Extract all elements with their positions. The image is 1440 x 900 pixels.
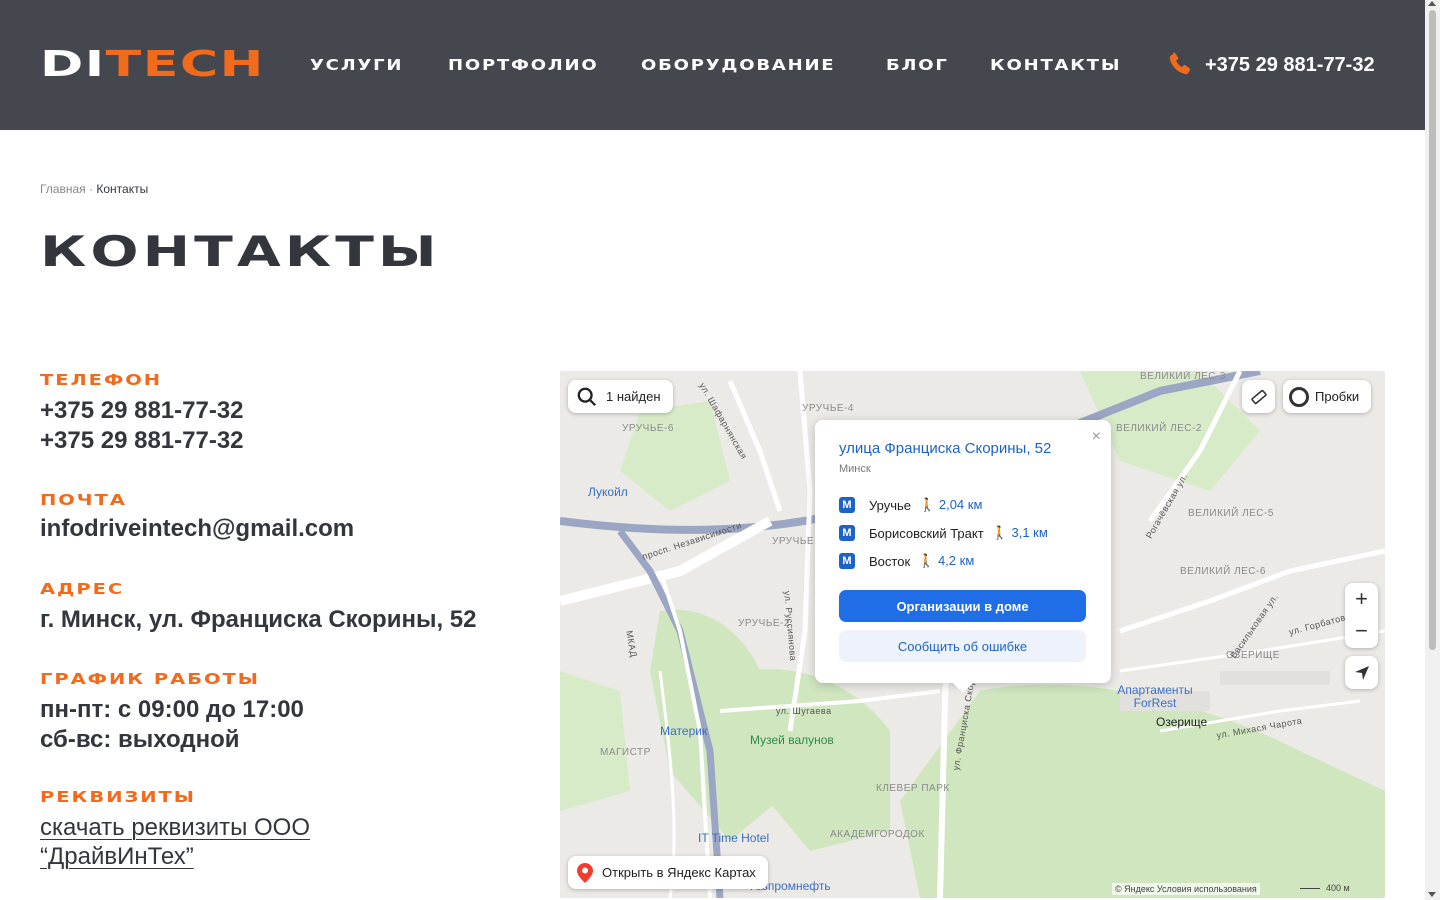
open-in-yandex-maps-button[interactable]: Открыть в Яндекс Картах xyxy=(568,856,768,889)
traffic-icon xyxy=(1289,386,1309,407)
zoom-in-button[interactable]: + xyxy=(1345,583,1378,615)
map-road-label: ул. Шугаева xyxy=(776,706,832,716)
popup-city: Минск xyxy=(839,463,871,475)
requisites-download-link[interactable]: скачать реквизиты ООО “ДрайвИнТех” xyxy=(40,813,370,871)
nav-item-equipment[interactable]: Оборудование xyxy=(641,54,835,76)
geolocation-arrow-icon xyxy=(1354,665,1369,680)
breadcrumb: Главная · Контакты xyxy=(40,182,148,196)
phone-value-1[interactable]: +375 29 881-77-32 xyxy=(40,396,244,426)
scroll-thumb[interactable] xyxy=(1429,10,1436,650)
traffic-label: Пробки xyxy=(1315,389,1360,404)
map-pin-icon xyxy=(577,862,593,883)
map-district-label: ВЕЛИКИЙ ЛЕС-3 xyxy=(1140,371,1226,382)
scale-bar xyxy=(1300,887,1320,889)
map-poi[interactable]: Музей валунов xyxy=(750,733,834,747)
metro-icon: М xyxy=(839,497,855,513)
address-label: Адрес xyxy=(40,580,125,598)
breadcrumb-separator: · xyxy=(89,182,94,196)
address-block: Адрес г. Минск, ул. Франциска Скорины, 5… xyxy=(40,579,476,635)
phone-label: Телефон xyxy=(40,371,163,389)
metro-distance-value: 2,04 км xyxy=(938,497,983,512)
metro-icon: М xyxy=(839,525,855,541)
breadcrumb-home[interactable]: Главная xyxy=(40,182,86,196)
metro-walk-distance: 🚶 4,2 км xyxy=(918,553,975,568)
map-district-label: УРУЧЬЕ-4 xyxy=(802,403,854,414)
hours-block: График работы пн-пт: с 09:00 до 17:00 сб… xyxy=(40,669,304,755)
metro-station-name: Борисовский Тракт xyxy=(869,525,984,541)
metro-row[interactable]: М Борисовский Тракт 🚶 3,1 км xyxy=(839,523,1048,543)
metro-row[interactable]: М Восток 🚶 4,2 км xyxy=(839,551,974,571)
hours-weekdays: пн-пт: с 09:00 до 17:00 xyxy=(40,696,304,723)
site-header: DITECH Услуги Портфолио Оборудование Бло… xyxy=(0,0,1425,130)
geolocation-button[interactable] xyxy=(1345,656,1378,689)
scroll-down-arrow-icon[interactable] xyxy=(1428,892,1436,897)
metro-distance-value: 4,2 км xyxy=(937,553,975,568)
map-poi[interactable]: Лукойл xyxy=(588,485,628,499)
phone-block: Телефон +375 29 881-77-32 +375 29 881-77… xyxy=(40,370,244,456)
map-district-label: ВЕЛИКИЙ ЛЕС-5 xyxy=(1188,508,1274,519)
header-phone[interactable]: +375 29 881-77-32 xyxy=(1165,50,1375,80)
zoom-out-button[interactable]: − xyxy=(1345,615,1378,647)
metro-distance-value: 3,1 км xyxy=(1011,525,1048,540)
nav-item-services[interactable]: Услуги xyxy=(310,54,403,76)
nav-item-blog[interactable]: Блог xyxy=(886,54,949,76)
logo[interactable]: DITECH xyxy=(40,47,265,83)
map-district-label: КЛЕВЕР ПАРК xyxy=(876,783,950,794)
page-title: Контакты xyxy=(40,227,441,276)
ruler-icon xyxy=(1250,389,1267,404)
metro-station-name: Уручье xyxy=(869,497,912,513)
breadcrumb-current: Контакты xyxy=(96,182,149,196)
map-search-result[interactable]: 1 найден xyxy=(568,380,673,413)
address-popup: × улица Франциска Скорины, 52 Минск М Ур… xyxy=(815,420,1111,693)
metro-walk-distance: 🚶 2,04 км xyxy=(919,497,983,512)
nav-item-portfolio[interactable]: Портфолио xyxy=(448,54,599,76)
popup-address-title[interactable]: улица Франциска Скорины, 52 xyxy=(839,440,1051,457)
phone-icon xyxy=(1169,52,1191,75)
map-district-label: УРУЧЬЕ-6 xyxy=(622,423,674,434)
map-copyright[interactable]: © Яндекс Условия использования xyxy=(1112,883,1260,895)
map-poi[interactable]: Озерище xyxy=(1156,715,1207,729)
page-scrollbar[interactable] xyxy=(1425,0,1440,900)
search-icon xyxy=(577,387,597,406)
yandex-map[interactable]: УРУЧЬЕ-6 УРУЧЬЕ-4 УРУЧЬЕ УРУЧЬЕ-2 ВЕЛИКИ… xyxy=(560,371,1385,898)
map-district-label: АКАДЕМГОРОДОК xyxy=(830,829,925,840)
phone-value-2[interactable]: +375 29 881-77-32 xyxy=(40,426,244,456)
email-label: Почта xyxy=(40,491,127,509)
map-district-label: УРУЧЬЕ xyxy=(772,536,815,547)
open-in-maps-label: Открыть в Яндекс Картах xyxy=(602,865,756,880)
map-district-label: МАГИСТР xyxy=(600,747,651,758)
report-error-button[interactable]: Сообщить об ошибке xyxy=(839,630,1086,662)
close-icon[interactable]: × xyxy=(1092,428,1101,446)
logo-part-2: TECH xyxy=(105,44,265,85)
organizations-button[interactable]: Организации в доме xyxy=(839,590,1086,622)
hours-label: График работы xyxy=(40,670,260,688)
email-value[interactable]: infodriveintech@gmail.com xyxy=(40,514,354,544)
map-district-label: ВЕЛИКИЙ ЛЕС-2 xyxy=(1116,423,1202,434)
email-block: Почта infodriveintech@gmail.com xyxy=(40,490,354,544)
scroll-up-arrow-icon[interactable] xyxy=(1428,1,1436,6)
ruler-button[interactable] xyxy=(1242,380,1275,413)
header-phone-number: +375 29 881-77-32 xyxy=(1205,53,1375,76)
metro-icon: М xyxy=(839,553,855,569)
hours-weekend: сб-вс: выходной xyxy=(40,726,240,753)
traffic-button[interactable]: Пробки xyxy=(1283,380,1372,413)
map-poi[interactable]: IT Time Hotel xyxy=(698,831,769,845)
logo-part-1: DI xyxy=(40,44,106,85)
address-value: г. Минск, ул. Франциска Скорины, 52 xyxy=(40,606,477,633)
map-district-label: УРУЧЬЕ-2 xyxy=(738,618,790,629)
nav-item-contacts[interactable]: Контакты xyxy=(990,54,1121,76)
map-poi[interactable]: Материк xyxy=(660,724,707,738)
metro-row[interactable]: М Уручье 🚶 2,04 км xyxy=(839,495,982,515)
map-district-label: ВЕЛИКИЙ ЛЕС-6 xyxy=(1180,566,1266,577)
metro-walk-distance: 🚶 3,1 км xyxy=(991,525,1048,540)
requisites-label: Реквизиты xyxy=(40,788,196,806)
map-scale: 400 м xyxy=(1300,883,1350,893)
map-poi[interactable]: Апартаменты ForRest xyxy=(1115,684,1195,710)
metro-station-name: Восток xyxy=(869,553,911,569)
scale-label: 400 м xyxy=(1326,883,1350,893)
zoom-control: + − xyxy=(1345,583,1378,648)
search-result-text: 1 найден xyxy=(606,389,661,404)
requisites-block: Реквизиты скачать реквизиты ООО “ДрайвИн… xyxy=(40,787,370,871)
